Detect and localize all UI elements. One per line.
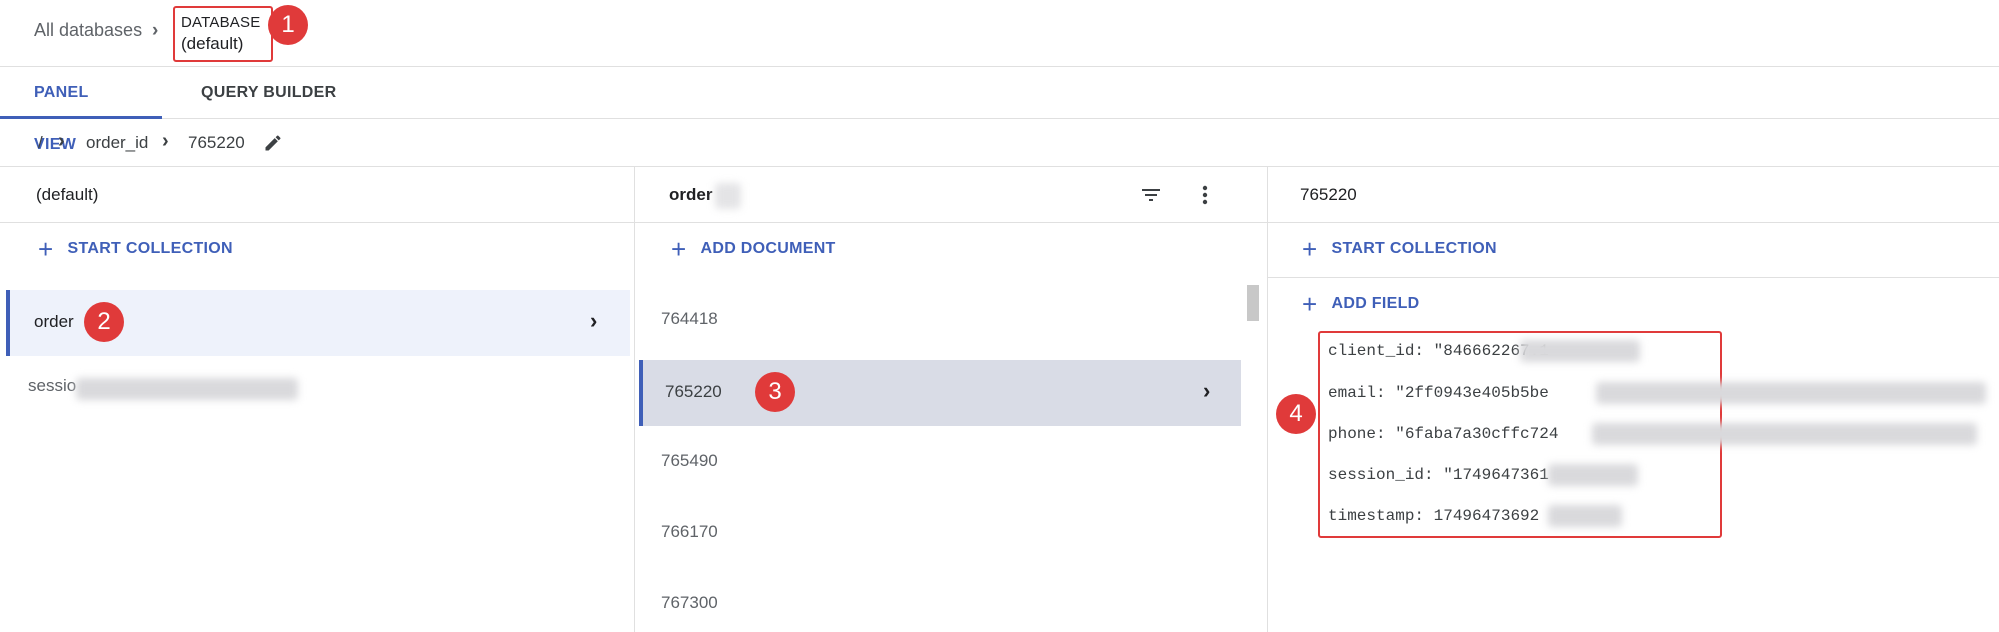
collection-item-label: sessio xyxy=(28,376,77,395)
collection-item-session[interactable]: sessio xyxy=(0,356,630,422)
field-phone[interactable]: phone: "6faba7a30cffc724 xyxy=(1328,425,1558,443)
path-root[interactable]: / xyxy=(38,133,43,153)
root-column-header: (default) xyxy=(0,167,634,223)
scrollbar[interactable] xyxy=(1247,285,1259,321)
top-breadcrumb-bar: All databases › DATABASE (default) 1 xyxy=(0,0,1999,67)
field-key: phone: xyxy=(1328,425,1386,443)
document-item[interactable]: 765490 xyxy=(635,429,1245,495)
redacted-text xyxy=(715,183,741,209)
document-column-title: 765220 xyxy=(1300,185,1357,204)
field-value: "1749647361 xyxy=(1443,466,1549,484)
view-tabs: PANEL VIEW QUERY BUILDER xyxy=(0,67,1999,153)
divider xyxy=(1268,277,1999,278)
annotation-badge-2: 2 xyxy=(84,302,124,342)
start-collection-button[interactable]: + START COLLECTION xyxy=(38,234,233,264)
collection-column-title: order xyxy=(669,185,713,204)
field-key: email: xyxy=(1328,384,1386,402)
add-document-label: ADD DOCUMENT xyxy=(700,240,836,257)
redacted-text xyxy=(1592,423,1977,445)
plus-icon: + xyxy=(1302,234,1318,264)
field-email[interactable]: email: "2ff0943e405b5be xyxy=(1328,384,1549,402)
database-name: (default) xyxy=(181,34,244,53)
document-path: / › order_id › 765220 xyxy=(0,119,1999,167)
filter-icon[interactable] xyxy=(1139,183,1163,207)
document-item[interactable]: 764418 xyxy=(635,287,1245,353)
tab-query-builder[interactable]: QUERY BUILDER xyxy=(201,67,336,119)
field-value: "6faba7a30cffc724 xyxy=(1395,425,1559,443)
collection-item-label: order xyxy=(34,312,74,331)
root-column-title: (default) xyxy=(36,185,99,204)
start-collection-button[interactable]: + START COLLECTION xyxy=(1302,234,1497,264)
tab-panel-view[interactable]: PANEL VIEW xyxy=(0,67,162,153)
all-databases-link[interactable]: All databases xyxy=(34,20,142,41)
field-timestamp[interactable]: timestamp: 17496473692 xyxy=(1328,507,1539,525)
path-collection[interactable]: order_id xyxy=(86,133,148,153)
document-item-label: 766170 xyxy=(661,522,718,541)
chevron-right-icon: › xyxy=(58,130,65,152)
field-key: client_id: xyxy=(1328,342,1425,360)
collection-item-order[interactable]: order 2 › xyxy=(6,290,630,356)
database-label: DATABASE xyxy=(181,14,261,31)
more-vert-icon[interactable] xyxy=(1193,183,1217,207)
field-value: 17496473692 xyxy=(1433,507,1540,525)
start-collection-label: START COLLECTION xyxy=(1331,240,1497,257)
plus-icon: + xyxy=(1302,289,1318,319)
chevron-right-icon: › xyxy=(590,308,598,333)
document-item-label: 767300 xyxy=(661,593,718,612)
document-item-label: 765220 xyxy=(665,382,722,401)
collection-column: order + ADD DOCUMENT 764418 765220 3 › 7… xyxy=(635,167,1268,632)
pencil-icon[interactable] xyxy=(263,133,283,153)
plus-icon: + xyxy=(671,234,687,264)
document-item-label: 764418 xyxy=(661,309,718,328)
add-document-button[interactable]: + ADD DOCUMENT xyxy=(671,234,836,264)
document-item-selected[interactable]: 765220 3 › xyxy=(639,360,1241,426)
field-client-id[interactable]: client_id: "846662267.1 xyxy=(1328,342,1549,360)
redacted-text xyxy=(1548,464,1638,486)
field-key: session_id: xyxy=(1328,466,1434,484)
annotation-badge-3: 3 xyxy=(755,372,795,412)
collection-column-header: order xyxy=(635,167,1267,223)
document-item[interactable]: 766170 xyxy=(635,500,1245,566)
redacted-text xyxy=(1596,382,1986,404)
plus-icon: + xyxy=(38,234,54,264)
redacted-text xyxy=(76,378,298,400)
annotation-badge-4: 4 xyxy=(1276,394,1316,434)
redacted-text xyxy=(1548,505,1622,527)
root-column: (default) + START COLLECTION order 2 › s… xyxy=(0,167,635,632)
document-column-header: 765220 xyxy=(1268,167,1999,223)
add-field-button[interactable]: + ADD FIELD xyxy=(1302,289,1420,319)
field-key: timestamp: xyxy=(1328,507,1425,525)
add-field-label: ADD FIELD xyxy=(1331,295,1420,312)
document-item[interactable]: 767300 xyxy=(635,571,1245,632)
chevron-right-icon: › xyxy=(162,130,169,152)
database-selector[interactable]: DATABASE (default) xyxy=(173,6,273,62)
path-document[interactable]: 765220 xyxy=(188,133,245,153)
annotation-badge-1: 1 xyxy=(268,5,308,45)
field-session-id[interactable]: session_id: "1749647361 xyxy=(1328,466,1549,484)
chevron-right-icon: › xyxy=(152,20,159,41)
chevron-right-icon: › xyxy=(1203,378,1211,403)
start-collection-label: START COLLECTION xyxy=(67,240,233,257)
redacted-text xyxy=(1520,340,1640,362)
field-value: "2ff0943e405b5be xyxy=(1395,384,1549,402)
document-item-label: 765490 xyxy=(661,451,718,470)
